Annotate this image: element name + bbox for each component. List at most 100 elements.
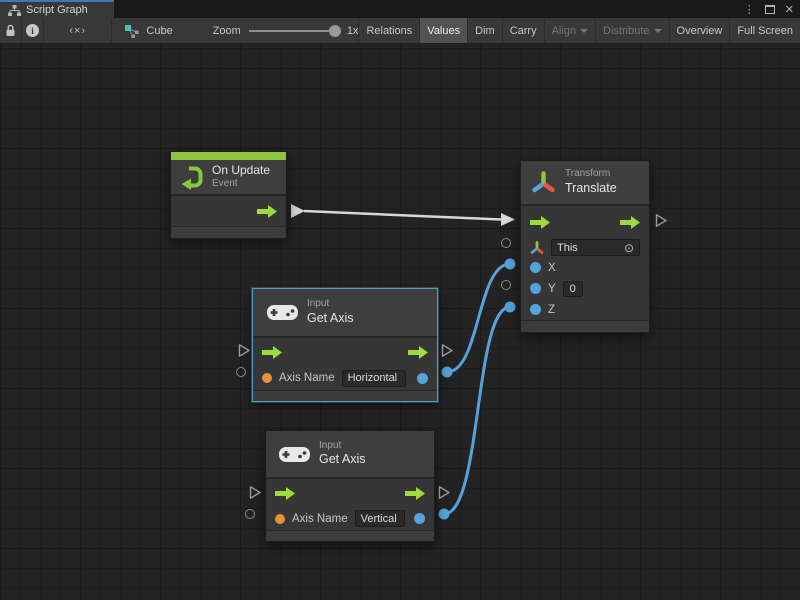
- relations-label: Relations: [366, 25, 412, 37]
- wire-endpoint-dot[interactable]: [442, 367, 453, 378]
- align-dropdown[interactable]: Align: [545, 18, 596, 43]
- axis-name-port[interactable]: [262, 373, 272, 383]
- dim-button[interactable]: Dim: [468, 18, 503, 43]
- axis-name-field[interactable]: Vertical: [355, 510, 405, 527]
- y-outer-port[interactable]: [501, 280, 511, 290]
- values-label: Values: [427, 25, 460, 37]
- carry-button[interactable]: Carry: [503, 18, 545, 43]
- node-header: Input Get Axis: [266, 431, 434, 479]
- distribute-dropdown[interactable]: Distribute: [596, 18, 669, 43]
- y-port[interactable]: [530, 283, 541, 294]
- value-inspection-toggle[interactable]: ‹×›: [44, 18, 112, 43]
- axis-name-port[interactable]: [275, 514, 285, 524]
- script-graph-window: Script Graph ⋮ ✕ i ‹×›: [0, 0, 800, 600]
- x-label: X: [548, 262, 556, 274]
- gamepad-icon: [279, 445, 310, 464]
- value-row: Axis Name Horizontal: [253, 366, 437, 390]
- zoom-label: Zoom: [213, 25, 241, 37]
- node-footer: [521, 320, 649, 332]
- axis-name-value: Vertical: [361, 513, 397, 525]
- node-footer: [266, 530, 434, 541]
- axis-output-port[interactable]: [414, 513, 425, 524]
- exec-row: [253, 338, 437, 366]
- axis-name-label: Axis Name: [279, 372, 335, 384]
- node-category: Input: [319, 440, 366, 453]
- x-port[interactable]: [530, 262, 541, 273]
- code-toggle-icon: ‹×›: [69, 25, 86, 37]
- values-button[interactable]: Values: [420, 18, 468, 43]
- exec-output-arrow-icon[interactable]: [408, 346, 428, 359]
- value-row: Axis Name Vertical: [266, 507, 434, 530]
- exec-output-port[interactable]: [655, 213, 668, 228]
- transform-icon: [531, 170, 556, 195]
- info-button[interactable]: i: [22, 18, 44, 43]
- transform-port-icon[interactable]: [530, 241, 544, 255]
- overview-button[interactable]: Overview: [670, 18, 731, 43]
- exec-input-arrow-icon[interactable]: [262, 346, 282, 359]
- relations-button[interactable]: Relations: [359, 18, 420, 43]
- exec-output-arrow-icon[interactable]: [257, 205, 277, 218]
- exec-output-port[interactable]: [441, 343, 454, 358]
- zoom-slider-handle[interactable]: [329, 25, 341, 37]
- window-controls: ⋮ ✕: [744, 0, 794, 18]
- window-menu-button[interactable]: ⋮: [744, 3, 755, 16]
- tab-script-graph[interactable]: Script Graph: [0, 0, 114, 18]
- axis-name-field[interactable]: Horizontal: [342, 370, 406, 387]
- node-category: Input: [307, 298, 354, 311]
- lock-icon: [5, 24, 16, 37]
- node-title: On Update: [212, 163, 270, 178]
- target-field[interactable]: This ⊙: [551, 239, 640, 256]
- axis-name-label: Axis Name: [292, 513, 348, 525]
- y-value-field[interactable]: 0: [563, 281, 583, 297]
- zoom-slider[interactable]: [249, 25, 341, 37]
- overview-label: Overview: [677, 25, 723, 37]
- exec-input-arrow-icon[interactable]: [275, 487, 295, 500]
- wire-exec-onupdate-translate: [304, 211, 501, 220]
- node-on-update[interactable]: On Update Event: [170, 151, 287, 239]
- chevron-down-icon: [580, 29, 588, 33]
- node-get-axis-vertical[interactable]: Input Get Axis Axis Name Vertical: [265, 430, 435, 542]
- axis-name-outer-port[interactable]: [245, 509, 255, 519]
- zoom-slider-track: [249, 30, 341, 32]
- node-get-axis-horizontal[interactable]: Input Get Axis Axis Name Horizontal: [252, 288, 438, 402]
- exec-output-port-filled[interactable]: [291, 204, 305, 218]
- object-picker-icon[interactable]: ⊙: [624, 242, 634, 254]
- maximize-button[interactable]: [765, 5, 775, 14]
- wire-endpoint-dot[interactable]: [439, 509, 450, 520]
- axis-name-outer-port[interactable]: [236, 367, 246, 377]
- graph-canvas[interactable]: On Update Event Transform: [0, 44, 800, 600]
- y-value: 0: [570, 283, 576, 295]
- z-port[interactable]: [530, 304, 541, 315]
- axis-output-port[interactable]: [417, 373, 428, 384]
- close-button[interactable]: ✕: [785, 3, 794, 16]
- target-outer-port[interactable]: [501, 238, 511, 248]
- axis-name-value: Horizontal: [348, 372, 398, 384]
- exec-output-arrow-icon[interactable]: [620, 216, 640, 229]
- full-screen-button[interactable]: Full Screen: [730, 18, 800, 43]
- exec-input-port[interactable]: [238, 343, 251, 358]
- exec-output-arrow-icon[interactable]: [405, 487, 425, 500]
- node-title: Translate: [565, 181, 617, 197]
- node-title: Get Axis: [319, 452, 366, 468]
- node-header: Transform Translate: [521, 161, 649, 206]
- wire-horizontal-to-x: [447, 264, 510, 372]
- exec-output-port[interactable]: [438, 485, 451, 500]
- full-screen-label: Full Screen: [737, 25, 793, 37]
- exec-row: [266, 479, 434, 507]
- target-value: This: [557, 242, 578, 254]
- port-row-y: Y 0: [521, 278, 649, 299]
- graph-reference-label[interactable]: Cube: [146, 25, 172, 37]
- port-row-z: Z: [521, 299, 649, 320]
- exec-input-arrow-icon[interactable]: [530, 216, 550, 229]
- tab-title: Script Graph: [26, 4, 88, 16]
- lock-button[interactable]: [0, 18, 22, 43]
- node-category: Transform: [565, 168, 617, 181]
- wire-endpoint-dot[interactable]: [505, 302, 516, 313]
- titlebar: Script Graph ⋮ ✕: [0, 0, 800, 18]
- zoom-value: 1x: [347, 25, 359, 37]
- node-header: On Update Event: [171, 160, 286, 196]
- node-transform-translate[interactable]: Transform Translate This: [520, 160, 650, 333]
- wire-vertical-to-z: [444, 307, 510, 514]
- wire-endpoint-dot[interactable]: [505, 259, 516, 270]
- exec-input-port[interactable]: [249, 485, 262, 500]
